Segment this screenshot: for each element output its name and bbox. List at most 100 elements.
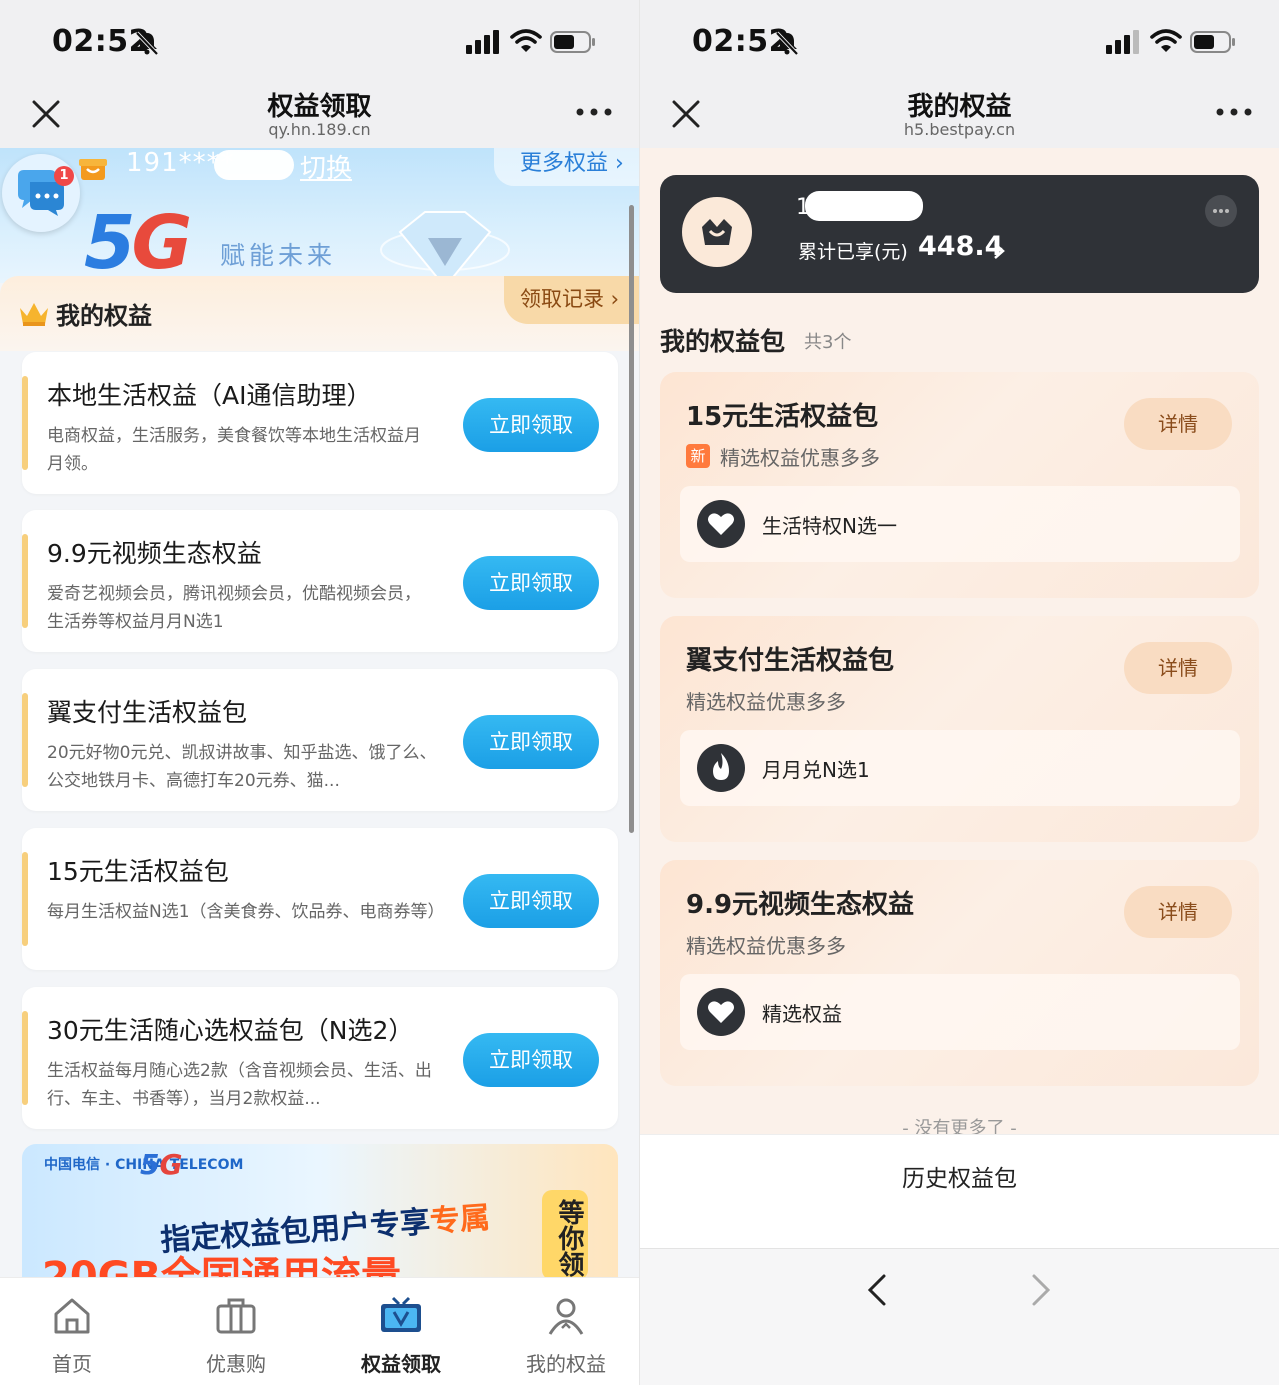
benefit-card[interactable]: 15元生活权益包 每月生活权益N选1（含美食券、饮品券、电商券等） 立即领取 bbox=[22, 828, 618, 970]
chat-icon bbox=[18, 170, 64, 216]
benefit-card[interactable]: 本地生活权益（AI通信助理） 电商权益，生活服务，美食餐饮等本地生活权益月月领。… bbox=[22, 352, 618, 494]
claim-record-button[interactable]: 领取记录 › bbox=[504, 276, 639, 324]
package-title: 翼支付生活权益包 bbox=[686, 646, 895, 676]
more-rights-link[interactable]: 更多权益 › bbox=[494, 148, 639, 186]
forward-arrow-icon[interactable] bbox=[1028, 1273, 1054, 1307]
card-accent-bar bbox=[22, 1011, 28, 1105]
benefit-title: 翼支付生活权益包 bbox=[47, 698, 248, 727]
benefit-description: 每月生活权益N选1（含美食券、饮品券、电商券等） bbox=[47, 902, 445, 922]
tab-label: 权益领取 bbox=[361, 1352, 441, 1376]
crown-basket-icon bbox=[702, 219, 732, 245]
package-subtitle: 精选权益优惠多多 bbox=[720, 446, 880, 470]
promo-headline: 指定权益包用户专享专属 bbox=[159, 1200, 492, 1259]
enjoyed-amount[interactable]: 448.4 bbox=[918, 231, 1003, 262]
more-options-icon[interactable] bbox=[574, 104, 614, 120]
flame-icon bbox=[697, 744, 745, 792]
package-item[interactable]: 生活特权N选一 bbox=[680, 486, 1240, 562]
package-item[interactable]: 精选权益 bbox=[680, 974, 1240, 1050]
tab-home[interactable]: 首页 bbox=[12, 1296, 132, 1377]
enjoyed-label: 累计已享(元) bbox=[798, 241, 908, 263]
benefit-title: 本地生活权益（AI通信助理） bbox=[47, 381, 372, 410]
status-bar: 02:52 bbox=[640, 0, 1279, 80]
tab-label: 首页 bbox=[52, 1352, 92, 1376]
home-icon bbox=[54, 1298, 90, 1334]
details-button[interactable]: 详情 bbox=[1124, 886, 1232, 938]
redaction-mark bbox=[805, 191, 923, 221]
benefit-card[interactable]: 30元生活随心选权益包（N选2） 生活权益每月随心选2款（含音视频会员、生活、出… bbox=[22, 987, 618, 1129]
switch-account-link[interactable]: 切换 bbox=[300, 148, 352, 185]
promo-tag: 等你领 bbox=[542, 1190, 588, 1280]
benefit-title: 30元生活随心选权益包（N选2） bbox=[47, 1016, 414, 1045]
user-icon bbox=[548, 1298, 584, 1335]
package-item-label: 精选权益 bbox=[762, 1002, 842, 1026]
wifi-icon bbox=[510, 29, 542, 52]
package-subtitle: 精选权益优惠多多 bbox=[686, 690, 846, 714]
briefcase-icon bbox=[216, 1298, 256, 1334]
benefit-description: 爱奇艺视频会员，腾讯视频会员，优酷视频会员，生活券等权益月月N选1 bbox=[47, 584, 421, 632]
section-title: 我的权益 bbox=[56, 302, 152, 330]
page-url: h5.bestpay.cn bbox=[903, 120, 1016, 139]
history-packages-button[interactable]: 历史权益包 bbox=[640, 1159, 1279, 1193]
claim-now-button[interactable]: 立即领取 bbox=[463, 715, 599, 769]
diamond-graphic bbox=[380, 211, 510, 283]
back-arrow-icon[interactable] bbox=[864, 1273, 890, 1307]
gift-icon[interactable] bbox=[78, 152, 108, 182]
details-button[interactable]: 详情 bbox=[1124, 642, 1232, 694]
avatar bbox=[682, 197, 752, 267]
wifi-icon bbox=[1150, 29, 1182, 52]
benefit-title: 9.9元视频生态权益 bbox=[47, 539, 262, 568]
history-section: 历史权益包 bbox=[640, 1134, 1279, 1248]
tab-claim-rights[interactable]: 权益领取 bbox=[341, 1296, 461, 1377]
right-screen: 02:52 我的权益 h5.bestpay.cn 累计已享(元) 448.4 我… bbox=[640, 0, 1279, 1385]
package-title: 15元生活权益包 bbox=[686, 402, 879, 432]
5g-logo: 5G bbox=[140, 1148, 183, 1181]
battery-icon bbox=[1190, 31, 1235, 53]
ellipsis-icon bbox=[1213, 209, 1229, 213]
tab-deals[interactable]: 优惠购 bbox=[176, 1296, 296, 1377]
tab-my-rights[interactable]: 我的权益 bbox=[506, 1296, 626, 1377]
scrollbar[interactable] bbox=[629, 205, 634, 833]
crown-icon bbox=[20, 303, 48, 326]
package-card: 9.9元视频生态权益 精选权益优惠多多 详情 精选权益 bbox=[660, 860, 1259, 1086]
customer-service-button[interactable]: 1 bbox=[2, 154, 80, 232]
chevron-right-icon[interactable] bbox=[992, 241, 1006, 261]
battery-icon bbox=[550, 31, 595, 53]
status-bar: 02:52 bbox=[0, 0, 639, 80]
claim-now-button[interactable]: 立即领取 bbox=[463, 556, 599, 610]
benefit-description: 生活权益每月随心选2款（含音视频会员、生活、出行、车主、书香等），当月2款权益.… bbox=[47, 1061, 432, 1109]
promo-banner[interactable]: 中国电信 · CHINA TELECOM 5G 指定权益包用户专享专属 等你领 … bbox=[22, 1144, 618, 1284]
5g-logo: 5G bbox=[84, 200, 192, 283]
left-screen: 02:52 权益领取 qy.hn.189.cn 5G 赋能未来 1 191***… bbox=[0, 0, 639, 1385]
page-url: qy.hn.189.cn bbox=[268, 120, 371, 139]
promo-header-banner: 5G 赋能未来 1 191**** 切换 更多权益 › bbox=[0, 148, 639, 283]
claim-now-button[interactable]: 立即领取 bbox=[463, 1033, 599, 1087]
more-options-icon[interactable] bbox=[1214, 104, 1254, 120]
tab-label: 我的权益 bbox=[526, 1352, 606, 1376]
details-button[interactable]: 详情 bbox=[1124, 398, 1232, 450]
package-card: 15元生活权益包 新 精选权益优惠多多 详情 生活特权N选一 bbox=[660, 372, 1259, 598]
benefit-card[interactable]: 翼支付生活权益包 20元好物0元兑、凯叔讲故事、知乎盐选、饿了么、公交地铁月卡、… bbox=[22, 669, 618, 811]
heart-icon bbox=[697, 500, 745, 548]
bell-muted-icon bbox=[135, 31, 159, 56]
benefit-description: 电商权益，生活服务，美食餐饮等本地生活权益月月领。 bbox=[47, 426, 421, 474]
banner-slogan: 赋能未来 bbox=[220, 241, 337, 270]
benefit-description: 20元好物0元兑、凯叔讲故事、知乎盐选、饿了么、公交地铁月卡、高德打车20元券、… bbox=[47, 743, 437, 791]
card-accent-bar bbox=[22, 852, 28, 946]
package-item-label: 月月兑N选1 bbox=[762, 758, 870, 782]
bottom-tab-bar: 首页 优惠购 权益领取 我的权益 bbox=[0, 1277, 639, 1385]
claim-now-button[interactable]: 立即领取 bbox=[463, 874, 599, 928]
benefit-card[interactable]: 9.9元视频生态权益 爱奇艺视频会员，腾讯视频会员，优酷视频会员，生活券等权益月… bbox=[22, 510, 618, 652]
package-item[interactable]: 月月兑N选1 bbox=[680, 730, 1240, 806]
heart-icon bbox=[697, 988, 745, 1036]
signal-icon bbox=[466, 30, 499, 54]
tv-icon bbox=[381, 1296, 421, 1332]
nav-bar: 我的权益 h5.bestpay.cn bbox=[640, 80, 1279, 148]
bell-muted-icon bbox=[775, 31, 799, 56]
page-title: 权益领取 bbox=[267, 92, 372, 122]
card-accent-bar bbox=[22, 693, 28, 787]
my-rights-header: 我的权益 领取记录 › bbox=[0, 276, 639, 351]
redaction-mark bbox=[214, 150, 294, 180]
claim-now-button[interactable]: 立即领取 bbox=[463, 398, 599, 452]
more-options-button[interactable] bbox=[1205, 195, 1237, 227]
tab-label: 优惠购 bbox=[206, 1352, 266, 1376]
